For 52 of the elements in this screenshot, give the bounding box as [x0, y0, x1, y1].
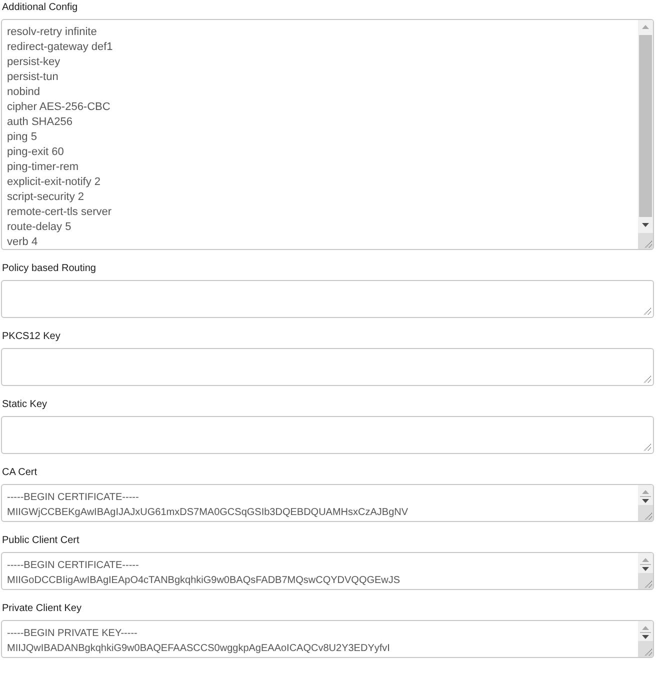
text-line: MIIGWjCCBEKgAwIBAgIJAJxUG61mxDS7MA0GCSqGSIb3DQEBDQUAMHsxCzAJBgNV — [7, 506, 408, 520]
text-line: ping 5 — [7, 130, 37, 145]
down-arrow-icon[interactable] — [642, 635, 649, 639]
field-label: Public Client Cert — [1, 534, 80, 548]
text-line: -----BEGIN PRIVATE KEY----- — [7, 627, 138, 641]
up-arrow-icon[interactable] — [642, 626, 649, 630]
text-line: resolv-retry infinite — [7, 25, 97, 40]
field-label: PKCS12 Key — [1, 330, 60, 344]
resize-grip-icon[interactable] — [643, 307, 651, 315]
scrollbar[interactable] — [638, 20, 653, 249]
resize-grip-icon[interactable] — [643, 375, 651, 383]
text-line: remote-cert-tls server — [7, 205, 112, 220]
text-line: script-security 2 — [7, 190, 84, 205]
text-line: ping-exit 60 — [7, 145, 64, 160]
resize-grip-icon[interactable] — [643, 443, 651, 451]
resize-grip-icon[interactable] — [644, 240, 652, 248]
text-line: persist-key — [7, 55, 60, 70]
text-line: explicit-exit-notify 2 — [7, 175, 101, 190]
text-line: MIIGoDCCBIigAwIBAgIEApO4cTANBgkqhkiG9w0BAQsFADB7MQswCQYDVQQGEwJS — [7, 574, 400, 588]
field-label: Static Key — [1, 398, 48, 412]
text-line: cipher AES-256-CBC — [7, 100, 110, 115]
text-area[interactable]: -----BEGIN CERTIFICATE----- MIIGWjCCBEKgAwIBAgIJAJxUG61mxDS7MA0GCSqGSIb3DQEBDQUAMHsxCzAJBgNV — [1, 484, 654, 522]
scrollbar-thumb[interactable] — [639, 35, 652, 217]
text-area[interactable]: -----BEGIN CERTIFICATE----- MIIGoDCCBIigAwIBAgIEApO4cTANBgkqhkiG9w0BAQsFADB7MQswCQYDVQQGEwJS — [1, 552, 654, 590]
text-line: persist-tun — [7, 70, 58, 85]
text-line: route-delay 5 — [7, 220, 72, 235]
down-arrow-icon[interactable] — [642, 499, 649, 503]
text-line: redirect-gateway def1 — [7, 40, 113, 55]
up-arrow-icon[interactable] — [642, 558, 649, 562]
scrollbar[interactable] — [638, 621, 653, 657]
field-label: CA Cert — [1, 466, 38, 480]
up-arrow-icon[interactable] — [642, 25, 649, 29]
field-label: Private Client Key — [1, 602, 82, 616]
resize-grip-icon[interactable] — [644, 512, 652, 520]
text-line: auth SHA256 — [7, 115, 72, 130]
down-arrow-icon[interactable] — [642, 223, 649, 227]
down-arrow-icon[interactable] — [642, 567, 649, 571]
text-line: -----BEGIN CERTIFICATE----- — [7, 559, 139, 573]
field-label: Additional Config — [1, 1, 78, 15]
text-area[interactable]: -----BEGIN PRIVATE KEY----- MIIJQwIBADANBgkqhkiG9w0BAQEFAASCCS0wggkpAgEAAoICAQCv8U2Y3EDYyfvI — [1, 620, 654, 658]
up-arrow-icon[interactable] — [642, 490, 649, 494]
field-label: Policy based Routing — [1, 262, 96, 276]
resize-grip-icon[interactable] — [644, 648, 652, 656]
text-line: nobind — [7, 85, 40, 100]
text-line: verb 4 — [7, 235, 38, 249]
resize-grip-icon[interactable] — [644, 580, 652, 588]
resize-corner[interactable] — [638, 233, 653, 249]
text-line: ping-timer-rem — [7, 160, 79, 175]
scrollbar[interactable] — [638, 553, 653, 589]
text-line: -----BEGIN CERTIFICATE----- — [7, 491, 139, 505]
text-line: MIIJQwIBADANBgkqhkiG9w0BAQEFAASCCS0wggkpAgEAAoICAQCv8U2Y3EDYyfvI — [7, 642, 390, 656]
scrollbar[interactable] — [638, 485, 653, 521]
